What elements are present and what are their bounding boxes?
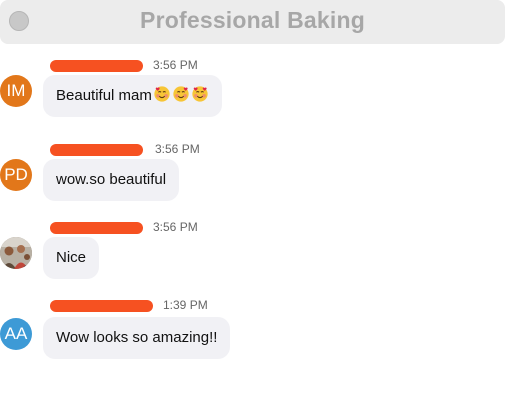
message-text: Nice <box>56 249 87 266</box>
redacted-sender-name <box>50 300 153 312</box>
message-text: Wow looks so amazing!! <box>56 329 218 346</box>
avatar-initials: IM <box>6 81 26 100</box>
redacted-sender-name <box>50 144 143 156</box>
avatar[interactable]: IM <box>0 75 32 107</box>
chat-message: AA 1:39 PM Wow looks so amazing!! <box>0 298 505 370</box>
profile-photo-icon <box>0 237 32 269</box>
chat-message: IM 3:56 PM Beautiful mam <box>0 58 505 130</box>
message-timestamp: 1:39 PM <box>163 298 208 312</box>
smiling-face-with-hearts-emoji <box>192 86 208 102</box>
message-text: Beautiful mam <box>56 87 152 104</box>
redacted-sender-name <box>50 222 143 234</box>
avatar-initials: PD <box>4 165 28 184</box>
message-text: wow.so beautiful <box>56 171 167 188</box>
message-timestamp: 3:56 PM <box>155 142 200 156</box>
smiling-face-with-hearts-emoji <box>173 86 189 102</box>
message-bubble[interactable]: Nice <box>43 237 100 279</box>
message-bubble[interactable]: Beautiful mam <box>43 75 222 117</box>
avatar[interactable]: PD <box>0 159 32 191</box>
title-bar: Professional Baking <box>0 0 505 44</box>
chat-message: PD 3:56 PM wow.so beautiful <box>0 142 505 214</box>
window-title: Professional Baking <box>140 7 365 33</box>
message-bubble[interactable]: Wow looks so amazing!! <box>43 317 231 359</box>
chat-message: 3:56 PM Nice <box>0 220 505 292</box>
message-timestamp: 3:56 PM <box>153 58 198 72</box>
avatar-initials: AA <box>4 324 28 343</box>
avatar[interactable]: AA <box>0 318 32 350</box>
redacted-sender-name <box>50 60 143 72</box>
message-timestamp: 3:56 PM <box>153 220 198 234</box>
smiling-face-with-hearts-emoji <box>154 86 170 102</box>
message-bubble[interactable]: wow.so beautiful <box>43 159 180 201</box>
avatar[interactable] <box>0 237 32 269</box>
